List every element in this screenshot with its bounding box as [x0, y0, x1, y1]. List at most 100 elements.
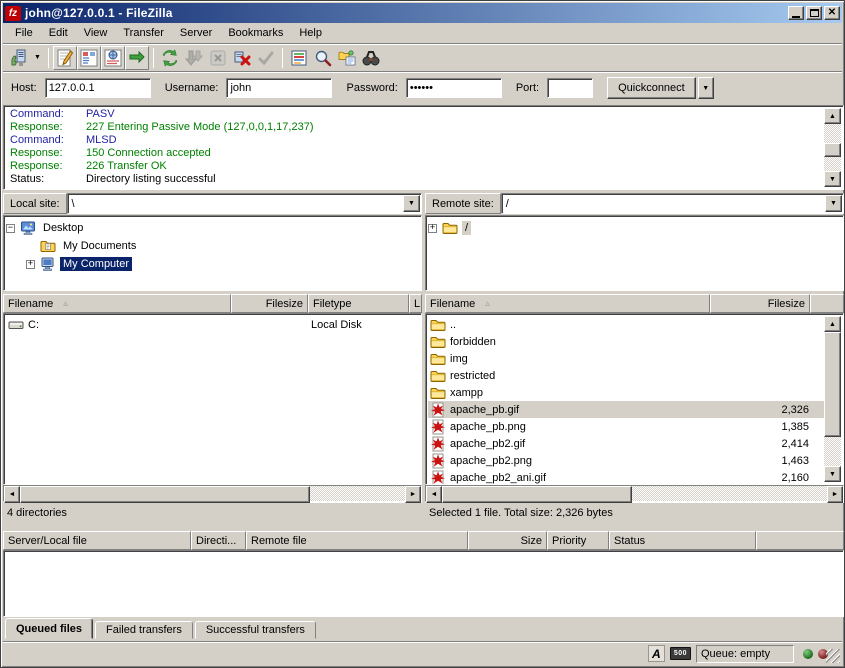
refresh-button[interactable]	[158, 46, 182, 70]
menu-view[interactable]: View	[76, 25, 116, 41]
column-header-filesize[interactable]: Filesize	[231, 294, 308, 313]
scrollbar-thumb[interactable]	[824, 143, 841, 157]
maximize-button[interactable]	[806, 6, 822, 20]
site-manager-dropdown[interactable]: ▼	[31, 47, 44, 69]
toggle-local-tree-button[interactable]	[77, 46, 101, 70]
toggle-message-log-button[interactable]	[53, 46, 77, 70]
column-header-last-modified[interactable]: L	[409, 294, 422, 313]
file-row-local-drive[interactable]: C: Local Disk	[6, 316, 419, 333]
tree-item-my-documents[interactable]: My Documents	[6, 237, 419, 255]
file-row[interactable]: apache_pb2_ani.gif 2,160	[428, 469, 824, 485]
cancel-operation-button[interactable]	[206, 46, 230, 70]
remote-tree[interactable]: + /	[425, 215, 844, 291]
log-scrollbar[interactable]: ▲ ▼	[824, 108, 841, 187]
tab-queued-files[interactable]: Queued files	[5, 618, 93, 639]
column-header-filename[interactable]: Filename▵	[3, 294, 231, 313]
quickconnect-dropdown[interactable]: ▼	[698, 77, 714, 99]
remote-file-list[interactable]: .. forbidden img restricted	[425, 313, 844, 485]
expand-expander[interactable]: +	[26, 260, 35, 269]
process-queue-button[interactable]	[182, 46, 206, 70]
queue-header: Server/Local file Directi... Remote file…	[3, 531, 844, 550]
column-header-filetype[interactable]: Filetype	[308, 294, 409, 313]
remote-list-scrollbar[interactable]: ▲ ▼	[824, 316, 841, 482]
toggle-remote-tree-button[interactable]	[101, 46, 125, 70]
menu-bar: File Edit View Transfer Server Bookmarks…	[3, 23, 842, 43]
image-file-icon	[430, 402, 446, 418]
file-row[interactable]: img	[428, 350, 824, 367]
toggle-transfer-queue-button[interactable]	[125, 46, 149, 70]
close-button[interactable]: ✕	[824, 6, 840, 20]
minimize-button[interactable]	[788, 6, 804, 20]
file-row[interactable]: forbidden	[428, 333, 824, 350]
scroll-left-button[interactable]: ◄	[426, 486, 442, 503]
scroll-right-button[interactable]: ►	[827, 486, 843, 503]
scrollbar-thumb[interactable]	[20, 486, 310, 503]
data-type-indicator-icon[interactable]: A	[648, 645, 665, 662]
local-horizontal-scrollbar[interactable]: ◄ ►	[3, 485, 422, 502]
column-header-remote-file[interactable]: Remote file	[246, 531, 468, 550]
username-input[interactable]	[226, 78, 332, 98]
column-header-size[interactable]: Size	[468, 531, 547, 550]
column-header-direction[interactable]: Directi...	[191, 531, 246, 550]
local-file-list[interactable]: C: Local Disk	[3, 313, 422, 485]
menu-bookmarks[interactable]: Bookmarks	[220, 25, 291, 41]
synchronized-browsing-button[interactable]	[359, 46, 383, 70]
file-search-button[interactable]	[311, 46, 335, 70]
filter-listing-button[interactable]	[287, 46, 311, 70]
file-row[interactable]: xampp	[428, 384, 824, 401]
transfer-queue-icon	[127, 48, 147, 68]
transfer-queue-list[interactable]	[3, 550, 844, 617]
password-input[interactable]	[406, 78, 502, 98]
column-header-status[interactable]: Status	[609, 531, 756, 550]
title-bar[interactable]: fz john@127.0.0.1 - FileZilla ✕	[3, 3, 842, 23]
menu-server[interactable]: Server	[172, 25, 220, 41]
tab-failed-transfers[interactable]: Failed transfers	[95, 621, 193, 639]
file-row[interactable]: restricted	[428, 367, 824, 384]
file-row-selected[interactable]: apache_pb.gif 2,326	[428, 401, 824, 418]
scroll-right-button[interactable]: ►	[405, 486, 421, 503]
scroll-up-button[interactable]: ▲	[824, 108, 841, 124]
tree-item-desktop[interactable]: − Desktop	[6, 219, 419, 237]
file-row[interactable]: apache_pb.png 1,385	[428, 418, 824, 435]
tab-successful-transfers[interactable]: Successful transfers	[195, 621, 316, 639]
scroll-up-button[interactable]: ▲	[824, 316, 841, 332]
directory-comparison-button[interactable]	[335, 46, 359, 70]
tree-item-root[interactable]: + /	[428, 219, 841, 237]
message-log: Command: PASV Response: 227 Entering Pas…	[3, 105, 844, 190]
column-header-server-local-file[interactable]: Server/Local file	[3, 531, 191, 550]
local-site-combo[interactable]: \ ▼	[67, 193, 422, 214]
tree-item-my-computer[interactable]: + My Computer	[6, 255, 419, 273]
file-row[interactable]: apache_pb2.png 1,463	[428, 452, 824, 469]
file-name: apache_pb2.gif	[450, 438, 525, 450]
file-row[interactable]: apache_pb2.gif 2,414	[428, 435, 824, 452]
reconnect-button[interactable]	[254, 46, 278, 70]
column-header-filesize[interactable]: Filesize	[710, 294, 810, 313]
scrollbar-thumb[interactable]	[442, 486, 632, 503]
column-header-priority[interactable]: Priority	[547, 531, 609, 550]
menu-edit[interactable]: Edit	[41, 25, 76, 41]
remote-site-combo[interactable]: / ▼	[501, 193, 844, 214]
scroll-down-button[interactable]: ▼	[824, 171, 841, 187]
local-tree[interactable]: − Desktop My Documents + My Computer	[3, 215, 422, 291]
menu-transfer[interactable]: Transfer	[115, 25, 172, 41]
remote-horizontal-scrollbar[interactable]: ◄ ►	[425, 485, 844, 502]
file-row[interactable]: ..	[428, 316, 824, 333]
resize-grip[interactable]	[826, 649, 840, 663]
disconnect-button[interactable]	[230, 46, 254, 70]
column-header-filler	[810, 294, 844, 313]
local-site-combo-dropdown[interactable]: ▼	[403, 195, 420, 212]
speed-limit-icon[interactable]: 500	[670, 647, 691, 660]
host-input[interactable]	[45, 78, 151, 98]
site-manager-button[interactable]	[7, 46, 31, 70]
scroll-down-button[interactable]: ▼	[824, 466, 841, 482]
menu-help[interactable]: Help	[291, 25, 330, 41]
port-input[interactable]	[547, 78, 593, 98]
quickconnect-button[interactable]: Quickconnect	[607, 77, 696, 99]
remote-site-combo-dropdown[interactable]: ▼	[825, 195, 842, 212]
menu-file[interactable]: File	[7, 25, 41, 41]
column-header-filename[interactable]: Filename▵	[425, 294, 710, 313]
expand-expander[interactable]: +	[428, 224, 437, 233]
collapse-expander[interactable]: −	[6, 224, 15, 233]
scrollbar-thumb[interactable]	[824, 332, 841, 437]
scroll-left-button[interactable]: ◄	[4, 486, 20, 503]
